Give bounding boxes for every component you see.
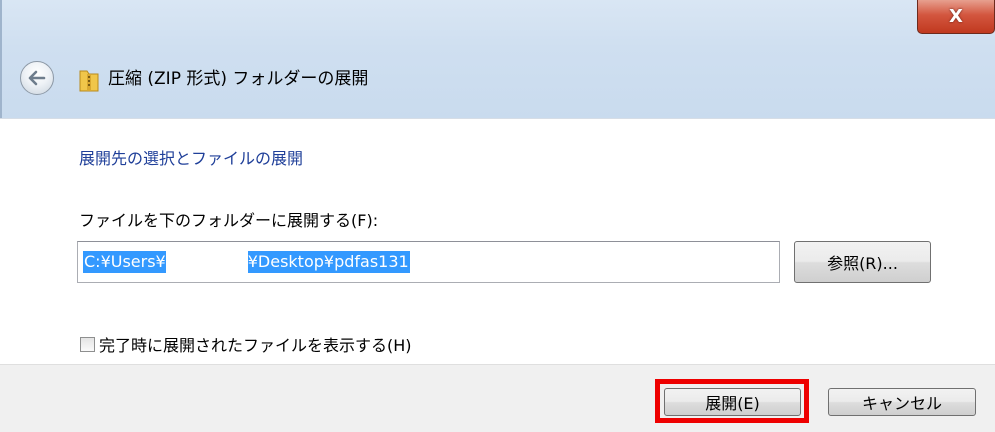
window-title: 圧縮 (ZIP 形式) フォルダーの展開 [108, 69, 369, 89]
zip-folder-icon [79, 70, 99, 92]
cancel-button[interactable]: キャンセル [828, 388, 976, 416]
title-bar: X 圧縮 (ZIP 形式) フォルダーの展開 [0, 0, 995, 118]
back-arrow-icon [28, 70, 46, 86]
browse-button-label: 参照(R)... [827, 254, 898, 273]
section-heading: 展開先の選択とファイルの展開 [79, 149, 304, 168]
dialog-content: 展開先の選択とファイルの展開 ファイルを下のフォルダーに展開する(F): C:¥… [0, 118, 995, 364]
destination-value-suffix: ¥Desktop¥pdfas131 [247, 252, 409, 271]
destination-input[interactable]: C:¥Users¥ ¥Desktop¥pdfas131 [77, 241, 780, 283]
close-icon: X [949, 5, 963, 27]
extract-button-label: 展開(E) [705, 394, 760, 413]
show-files-option[interactable]: 完了時に展開されたファイルを表示する(H) [80, 333, 412, 355]
back-button[interactable] [20, 61, 54, 95]
destination-value-prefix: C:¥Users¥ [84, 252, 166, 271]
show-files-label[interactable]: 完了時に展開されたファイルを表示する(H) [99, 332, 412, 356]
show-files-checkbox[interactable] [80, 336, 95, 352]
close-button[interactable]: X [917, 0, 995, 34]
redacted-username [165, 251, 248, 273]
extract-button[interactable]: 展開(E) [664, 388, 801, 416]
destination-selected-text: C:¥Users¥ ¥Desktop¥pdfas131 [83, 251, 410, 273]
dialog-footer: 展開(E) キャンセル [0, 364, 995, 432]
cancel-button-label: キャンセル [861, 394, 942, 413]
browse-button[interactable]: 参照(R)... [794, 241, 931, 283]
destination-label: ファイルを下のフォルダーに展開する(F): [79, 211, 379, 230]
